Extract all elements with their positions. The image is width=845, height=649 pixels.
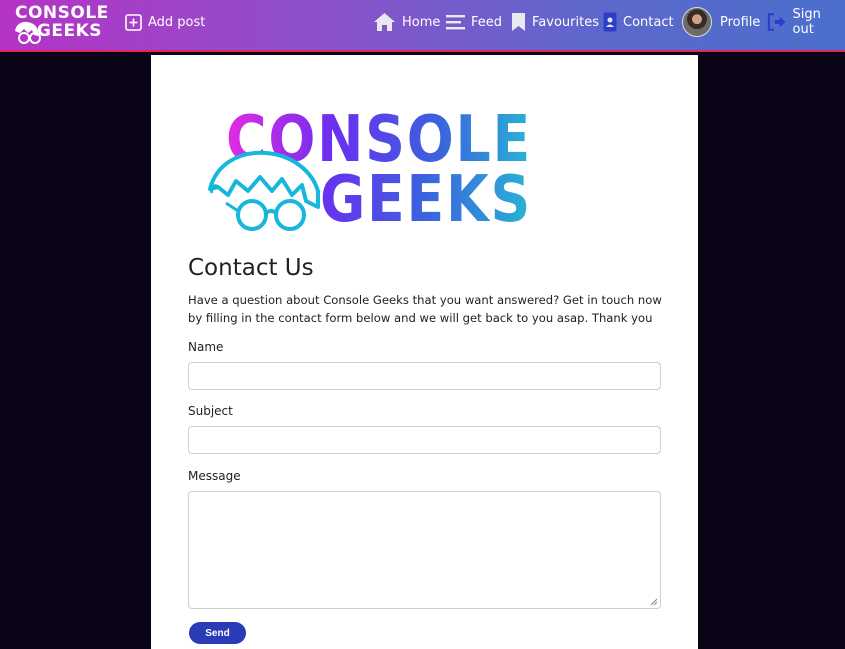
contact-card-icon xyxy=(603,12,617,32)
nav-feed-label: Feed xyxy=(471,14,503,30)
name-field[interactable] xyxy=(188,362,661,390)
nav-sign-out[interactable]: Sign out xyxy=(767,0,845,44)
page-title: Contact Us xyxy=(188,255,314,281)
top-navbar: CONSOLE GEEKS Add post Home Feed Favouri… xyxy=(0,0,845,52)
nav-add-post[interactable]: Add post xyxy=(125,0,205,44)
nav-feed[interactable]: Feed xyxy=(446,0,502,44)
nav-contact[interactable]: Contact xyxy=(603,0,674,44)
hamburger-lines-icon xyxy=(446,15,465,30)
subject-label: Subject xyxy=(188,404,233,418)
message-label: Message xyxy=(188,469,241,483)
nav-profile-label: Profile xyxy=(720,14,761,30)
resize-grip-icon[interactable] xyxy=(650,598,658,606)
name-label: Name xyxy=(188,340,224,354)
geek-head-icon xyxy=(15,21,41,44)
nav-home-label: Home xyxy=(402,14,441,30)
avatar xyxy=(682,7,712,37)
svg-text:GEEKS: GEEKS xyxy=(320,163,532,233)
bookmark-icon xyxy=(512,13,525,31)
home-icon xyxy=(374,13,395,31)
nav-home[interactable]: Home xyxy=(373,0,440,44)
contact-intro: Have a question about Console Geeks that… xyxy=(188,293,662,325)
message-field[interactable] xyxy=(188,491,661,609)
plus-square-icon xyxy=(125,13,142,31)
subject-field[interactable] xyxy=(188,426,661,454)
send-button[interactable]: Send xyxy=(189,622,246,644)
nav-favourites[interactable]: Favourites xyxy=(511,0,599,44)
contact-panel: CONSOLE GEEKS Contact Us Have a question… xyxy=(151,55,698,649)
nav-favourites-label: Favourites xyxy=(532,14,599,30)
brand-logo[interactable]: CONSOLE GEEKS xyxy=(12,5,108,45)
sign-out-icon xyxy=(767,13,786,31)
console-geeks-logo: CONSOLE GEEKS xyxy=(208,103,538,237)
nav-profile[interactable]: Profile xyxy=(682,0,760,44)
nav-contact-label: Contact xyxy=(623,14,674,30)
nav-sign-out-label: Sign out xyxy=(792,7,821,37)
console-geeks-logo-image: CONSOLE GEEKS xyxy=(208,103,532,237)
nav-add-post-label: Add post xyxy=(148,14,206,30)
